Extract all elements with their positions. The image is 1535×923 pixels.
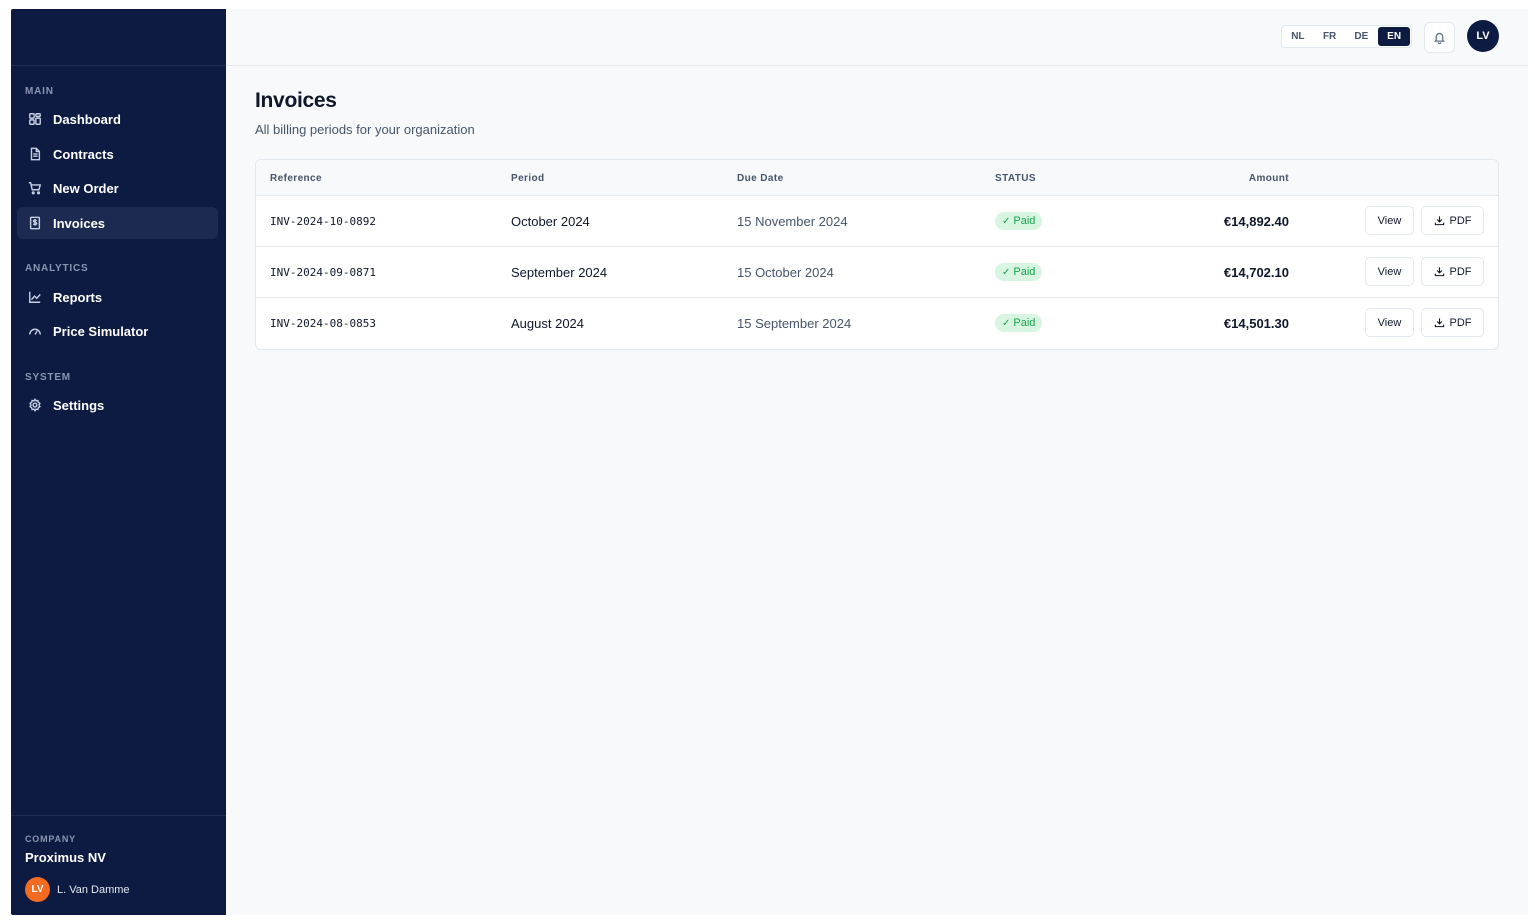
view-button[interactable]: View	[1365, 257, 1414, 286]
sidebar-brand-area	[11, 9, 226, 66]
sidebar-item-invoices[interactable]: Invoices	[17, 207, 218, 239]
language-option-fr[interactable]: FR	[1314, 26, 1346, 47]
status-label: Paid	[1013, 215, 1036, 227]
sidebar-item-label: Reports	[53, 289, 103, 305]
column-header-amount: Amount	[1248, 173, 1289, 184]
download-pdf-button[interactable]: PDF	[1421, 257, 1484, 286]
dashboard-icon	[28, 112, 42, 126]
check-icon: ✓	[1002, 266, 1011, 278]
download-pdf-button[interactable]: PDF	[1421, 206, 1484, 235]
download-icon	[1434, 216, 1444, 226]
download-icon	[1434, 318, 1444, 328]
section-label-analytics: ANALYTICS	[25, 263, 89, 274]
invoice-amount: €14,501.30	[1223, 316, 1289, 331]
company-label: COMPANY	[25, 834, 76, 844]
sidebar-item-new-order[interactable]: New Order	[17, 172, 218, 204]
column-header-period: Period	[511, 173, 545, 184]
table-row: INV-2024-08-0853 August 2024 15 Septembe…	[256, 298, 1498, 349]
sidebar-item-label: Invoices	[53, 215, 106, 231]
current-user[interactable]: LV L. Van Damme	[25, 877, 130, 902]
sidebar-item-reports[interactable]: Reports	[17, 281, 218, 313]
sidebar-item-label: Dashboard	[53, 111, 121, 127]
user-name: L. Van Damme	[57, 883, 130, 896]
user-avatar-button[interactable]: LV	[1467, 20, 1499, 52]
gear-icon	[28, 398, 42, 412]
download-icon	[1434, 267, 1444, 277]
chart-icon	[28, 290, 42, 304]
invoice-period: September 2024	[511, 265, 608, 280]
table-header: Reference Period Due Date STATUS Amount	[256, 160, 1498, 196]
invoice-reference: INV-2024-08-0853	[270, 317, 376, 330]
sidebar-item-price-simulator[interactable]: Price Simulator	[17, 315, 218, 347]
language-option-de[interactable]: DE	[1346, 26, 1378, 47]
document-icon	[28, 147, 42, 161]
sidebar: MAIN Dashboard Contracts New Order Invoi…	[11, 9, 226, 915]
sidebar-item-dashboard[interactable]: Dashboard	[17, 103, 218, 135]
status-badge: ✓ Paid	[995, 263, 1043, 281]
invoice-due-date: 15 November 2024	[737, 214, 848, 229]
invoice-reference: INV-2024-10-0892	[270, 215, 376, 228]
sidebar-item-contracts[interactable]: Contracts	[17, 138, 218, 170]
invoice-period: August 2024	[511, 316, 585, 331]
gauge-icon	[28, 324, 42, 338]
app-window: MAIN Dashboard Contracts New Order Invoi…	[11, 9, 1528, 915]
column-header-reference: Reference	[270, 173, 322, 184]
invoice-due-date: 15 September 2024	[737, 316, 852, 331]
page-subtitle: All billing periods for your organizatio…	[255, 122, 475, 137]
section-label-system: SYSTEM	[25, 372, 71, 383]
bell-icon	[1433, 32, 1446, 44]
pdf-button-label: PDF	[1449, 265, 1472, 278]
sidebar-item-label: Price Simulator	[53, 323, 149, 339]
invoice-due-date: 15 October 2024	[737, 265, 834, 280]
invoices-table: Reference Period Due Date STATUS Amount …	[255, 159, 1499, 350]
table-row: INV-2024-09-0871 September 2024 15 Octob…	[256, 247, 1498, 298]
language-option-nl[interactable]: NL	[1282, 26, 1314, 47]
invoice-icon	[28, 216, 42, 230]
status-badge: ✓ Paid	[995, 314, 1043, 332]
status-label: Paid	[1013, 317, 1036, 329]
cart-icon	[28, 181, 42, 195]
sidebar-item-label: New Order	[53, 180, 119, 196]
company-name: Proximus NV	[25, 850, 106, 865]
column-header-due-date: Due Date	[737, 173, 784, 184]
check-icon: ✓	[1002, 215, 1011, 227]
notifications-button[interactable]	[1424, 22, 1455, 53]
sidebar-item-label: Contracts	[53, 146, 114, 162]
sidebar-item-settings[interactable]: Settings	[17, 389, 218, 421]
column-header-status: STATUS	[995, 173, 1036, 184]
status-badge: ✓ Paid	[995, 212, 1043, 230]
invoice-period: October 2024	[511, 214, 590, 229]
invoice-amount: €14,892.40	[1223, 214, 1289, 229]
page-title: Invoices	[255, 89, 337, 112]
download-pdf-button[interactable]: PDF	[1421, 308, 1484, 337]
table-row: INV-2024-10-0892 October 2024 15 Novembe…	[256, 196, 1498, 247]
sidebar-item-label: Settings	[53, 397, 105, 413]
section-label-main: MAIN	[25, 86, 54, 97]
sidebar-footer: COMPANY Proximus NV LV L. Van Damme	[11, 815, 226, 915]
topbar: NL FR DE EN LV	[226, 9, 1528, 66]
pdf-button-label: PDF	[1449, 214, 1472, 227]
language-option-en[interactable]: EN	[1378, 27, 1410, 46]
language-switcher: NL FR DE EN	[1281, 25, 1412, 48]
invoice-amount: €14,702.10	[1223, 265, 1289, 280]
status-label: Paid	[1013, 266, 1036, 278]
pdf-button-label: PDF	[1449, 316, 1472, 329]
user-avatar: LV	[25, 877, 50, 902]
view-button[interactable]: View	[1365, 308, 1414, 337]
view-button[interactable]: View	[1365, 206, 1414, 235]
invoice-reference: INV-2024-09-0871	[270, 266, 376, 279]
check-icon: ✓	[1002, 317, 1011, 329]
